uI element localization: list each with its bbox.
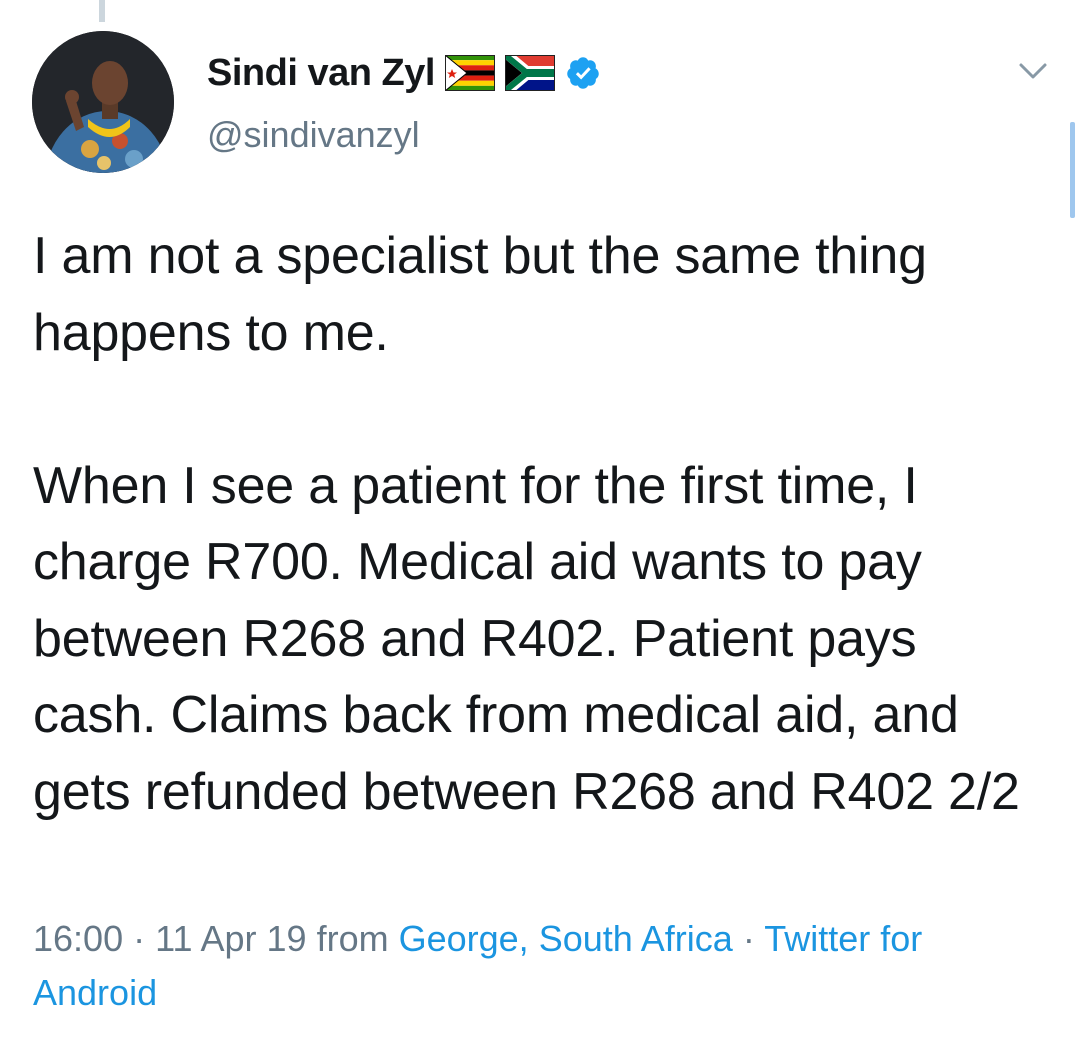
avatar-image	[32, 31, 174, 173]
tweet-meta: 16:00 · 11 Apr 19 from George, South Afr…	[33, 912, 1033, 1020]
avatar[interactable]	[32, 31, 174, 173]
author-handle[interactable]: @sindivanzyl	[207, 114, 420, 156]
south-africa-flag-icon	[504, 55, 555, 91]
location-link[interactable]: George, South Africa	[399, 918, 733, 959]
tweet-date[interactable]: 11 Apr 19	[155, 918, 306, 959]
verified-badge-icon	[565, 55, 601, 91]
meta-separator-2: ·	[742, 918, 755, 959]
meta-separator: ·	[133, 918, 146, 959]
tweet-text: I am not a specialist but the same thing…	[33, 227, 1020, 821]
thread-connector-line	[99, 0, 105, 22]
author-name-row: Sindi van Zyl	[207, 50, 601, 96]
zimbabwe-flag-icon	[444, 55, 495, 91]
scrollbar[interactable]	[1070, 122, 1075, 218]
chevron-down-icon[interactable]	[1013, 56, 1053, 86]
from-label: from	[316, 918, 389, 959]
display-name[interactable]: Sindi van Zyl	[207, 52, 435, 95]
tweet-time[interactable]: 16:00	[33, 918, 123, 959]
